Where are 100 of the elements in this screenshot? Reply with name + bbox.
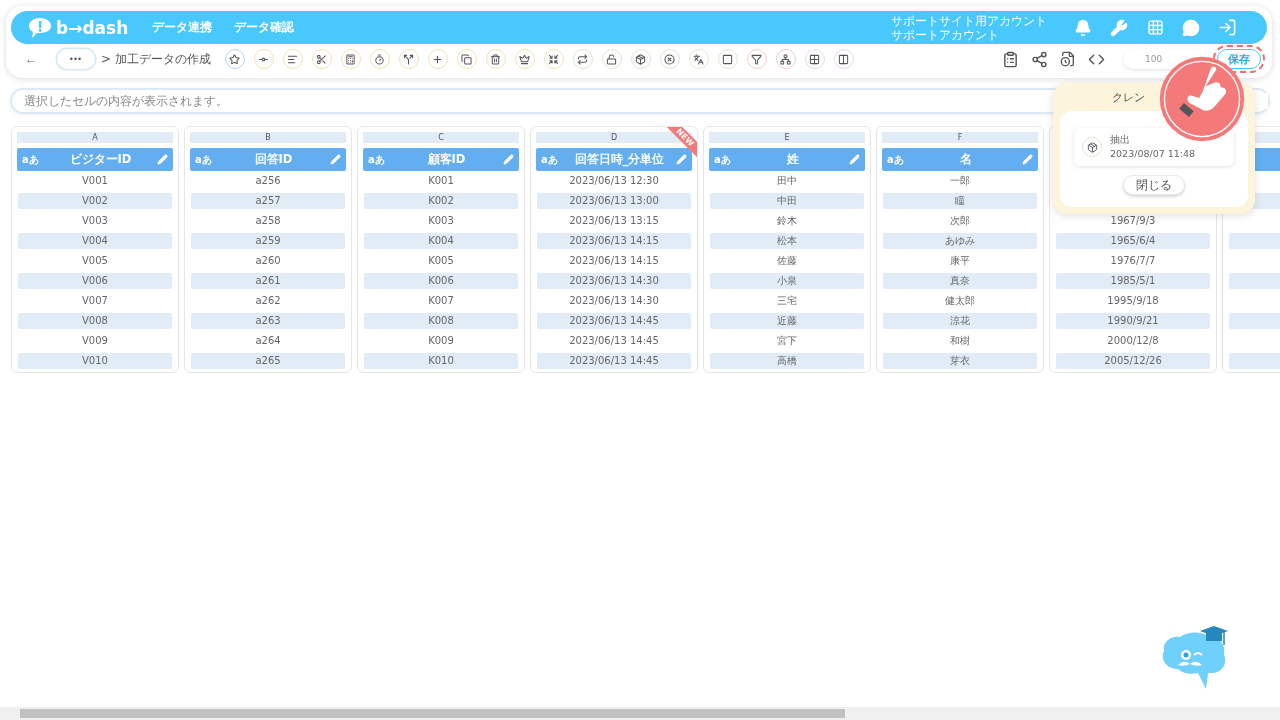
table-cell[interactable]: K002 [364,193,518,209]
repeat-button[interactable] [572,49,593,69]
table-cell[interactable]: K004 [364,233,518,249]
table-cell[interactable]: 2023/06/13 14:30 [537,273,691,289]
table-cell[interactable]: 瞳 [883,193,1037,209]
table-cell[interactable]: 1976/7/7 [1056,253,1210,269]
trash-button[interactable] [485,49,506,69]
table-cell[interactable]: V008 [18,313,172,329]
table-cell[interactable]: a260 [191,253,345,269]
file-history-icon[interactable] [1060,51,1076,67]
table-cell[interactable]: 2023/06/13 14:15 [537,233,691,249]
table-cell[interactable]: 1965/6/4 [1056,233,1210,249]
network-button[interactable] [775,49,796,69]
table-cell[interactable]: a265 [191,353,345,369]
table-cell[interactable]: a258 [191,213,345,229]
table-cell[interactable]: 2023/06/13 13:00 [537,193,691,209]
table-cell[interactable]: 松本 [710,233,864,249]
lock-button[interactable] [601,49,622,69]
table-cell[interactable]: 2023/06/13 14:30 [537,293,691,309]
table-cell[interactable]: K005 [364,253,518,269]
table-cell[interactable]: a261 [191,273,345,289]
table-cell[interactable]: V010 [18,353,172,369]
table-cell[interactable]: 宮下 [710,333,864,349]
table-cell[interactable]: V004 [18,233,172,249]
copy-button[interactable] [456,49,477,69]
horizontal-scrollbar[interactable] [0,707,1280,720]
table-cell[interactable]: 1985/5/1 [1056,273,1210,289]
table-cell[interactable]: 2023/06/13 14:45 [537,333,691,349]
table-cell[interactable]: 三宅 [710,293,864,309]
table-cell[interactable]: 康平 [883,253,1037,269]
more-button[interactable]: ••• [57,49,95,69]
back-button[interactable]: ← [25,52,37,66]
plus-button[interactable] [427,49,448,69]
table-cell[interactable]: 2023/06/13 13:15 [537,213,691,229]
table-cell[interactable]: V009 [18,333,172,349]
table-cell[interactable]: V002 [18,193,172,209]
table-cell[interactable]: 1967/9/3 [1056,213,1210,229]
table-cell[interactable]: 高橋 [710,353,864,369]
split-button[interactable] [398,49,419,69]
table-cell[interactable]: V003 [18,213,172,229]
table-cell[interactable]: 健太郎 [883,293,1037,309]
table-cell[interactable]: K001 [364,173,518,189]
table-cell[interactable]: 近藤 [710,313,864,329]
table-cell[interactable]: 和樹 [883,333,1037,349]
brain-mascot-drawing [1160,625,1228,691]
columns-icon [838,53,850,65]
square-button[interactable] [717,49,738,69]
table-cell[interactable]: 芽衣 [883,353,1037,369]
lines-button[interactable] [282,49,303,69]
table-cell[interactable]: 涼花 [883,313,1037,329]
table-cell[interactable]: a259 [191,233,345,249]
table-cell[interactable]: V005 [18,253,172,269]
package-button[interactable] [630,49,651,69]
translate-button[interactable] [688,49,709,69]
table-cell[interactable]: 佐藤 [710,253,864,269]
table-cell[interactable]: a256 [191,173,345,189]
x-circle-button[interactable] [659,49,680,69]
table-cell[interactable]: 中田 [710,193,864,209]
table-cell[interactable]: 1995/9/18 [1056,293,1210,309]
table-cell[interactable]: 2023/06/13 14:45 [537,353,691,369]
table-cell[interactable]: V006 [18,273,172,289]
table-cell[interactable]: a257 [191,193,345,209]
table-cell[interactable]: a264 [191,333,345,349]
timer-button[interactable] [369,49,390,69]
crown-button[interactable] [514,49,535,69]
close-button[interactable]: 閉じる [1123,175,1185,195]
table-cell[interactable]: K010 [364,353,518,369]
table-cell[interactable]: 2023/06/13 12:30 [537,173,691,189]
table-cell[interactable]: a263 [191,313,345,329]
table-cell[interactable]: V007 [18,293,172,309]
table-cell[interactable]: 田中 [710,173,864,189]
clipboard-icon[interactable] [1002,50,1019,68]
table-cell[interactable]: V001 [18,173,172,189]
table-cell[interactable]: 2023/06/13 14:15 [537,253,691,269]
columns-button[interactable] [833,49,854,69]
table-cell[interactable]: K007 [364,293,518,309]
scissors-button[interactable] [311,49,332,69]
star-button[interactable] [224,49,245,69]
table-cell[interactable]: 1990/9/21 [1056,313,1210,329]
dots-button[interactable] [253,49,274,69]
table-cell[interactable]: 2005/12/26 [1056,353,1210,369]
table-cell[interactable]: K009 [364,333,518,349]
table-cell[interactable]: 次郎 [883,213,1037,229]
table-cell[interactable]: 鈴木 [710,213,864,229]
table-cell[interactable]: 2023/06/13 14:45 [537,313,691,329]
grid-button[interactable] [804,49,825,69]
table-cell[interactable]: 小泉 [710,273,864,289]
table-cell[interactable]: a262 [191,293,345,309]
table-cell[interactable]: 2000/12/8 [1056,333,1210,349]
share-icon[interactable] [1031,50,1048,68]
column-letter: B [190,132,346,143]
table-cell[interactable]: あゆみ [883,233,1037,249]
table-cell[interactable]: 一郎 [883,173,1037,189]
table-cell[interactable]: K008 [364,313,518,329]
shrink-button[interactable] [543,49,564,69]
filter-button[interactable] [746,49,767,69]
table-cell[interactable]: K006 [364,273,518,289]
table-cell[interactable]: 真奈 [883,273,1037,289]
calculator-button[interactable] [340,49,361,69]
table-cell[interactable]: K003 [364,213,518,229]
